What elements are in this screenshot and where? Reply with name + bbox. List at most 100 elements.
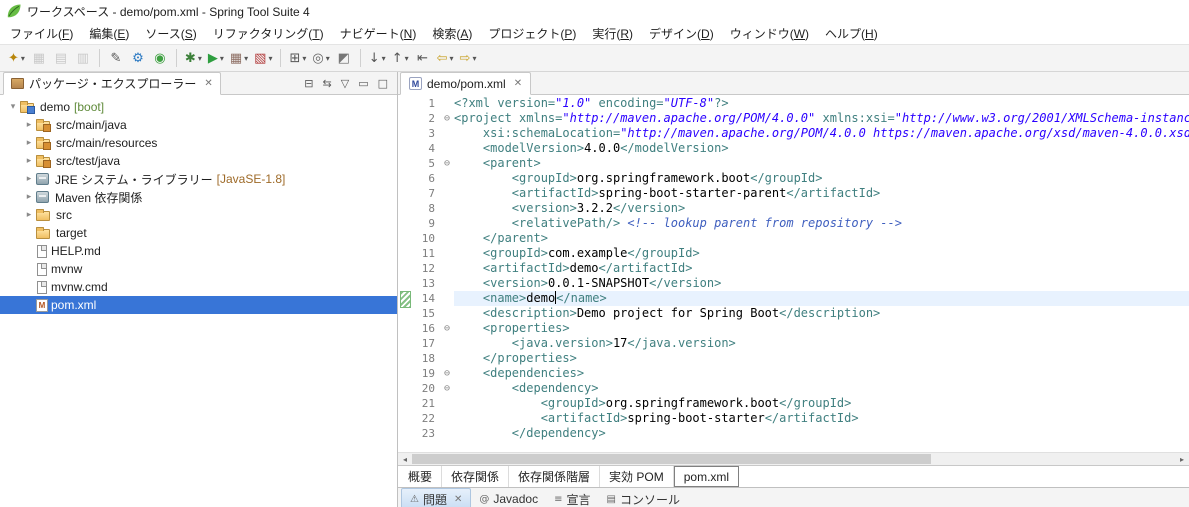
code-line-20[interactable]: 20 ⊖ <dependency> bbox=[398, 381, 1189, 396]
scroll-left-icon[interactable]: ◂ bbox=[398, 453, 412, 465]
menu-edit[interactable]: 編集(E) bbox=[81, 23, 137, 44]
sketch-button[interactable]: ✎ bbox=[106, 47, 126, 69]
collapse-all-icon[interactable]: ⊟ bbox=[304, 78, 313, 89]
code-line-7[interactable]: 7 <artifactId>spring-boot-starter-parent… bbox=[398, 186, 1189, 201]
link-with-editor-icon[interactable]: ⇆ bbox=[323, 78, 332, 89]
back-button[interactable]: ⇦ ▾ bbox=[435, 47, 456, 69]
tree-item-target[interactable]: target bbox=[0, 224, 397, 242]
expander-icon[interactable]: ▾ bbox=[6, 102, 20, 112]
menu-help[interactable]: ヘルプ(H) bbox=[817, 23, 886, 44]
dropdown-arrow-icon[interactable]: ▾ bbox=[268, 54, 272, 63]
code-line-13[interactable]: 13 <version>0.0.1-SNAPSHOT</version> bbox=[398, 276, 1189, 291]
view-menu-icon[interactable]: ▽ bbox=[341, 78, 349, 89]
menu-run[interactable]: 実行(R) bbox=[584, 23, 641, 44]
code-line-15[interactable]: 15 <description>Demo project for Spring … bbox=[398, 306, 1189, 321]
bottom-tab-problems[interactable]: ⚠ 問題 ✕ bbox=[401, 488, 472, 507]
code-line-8[interactable]: 8 <version>3.2.2</version> bbox=[398, 201, 1189, 216]
tree-item-maven-dependencies[interactable]: ▸ Maven 依存関係 bbox=[0, 188, 397, 206]
code-line-22[interactable]: 22 <artifactId>spring-boot-starter</arti… bbox=[398, 411, 1189, 426]
tree-item-src-main-resources[interactable]: ▸ src/main/resources bbox=[0, 134, 397, 152]
dropdown-arrow-icon[interactable]: ▾ bbox=[382, 54, 386, 63]
tree-item-help-md[interactable]: HELP.md bbox=[0, 242, 397, 260]
editor-hscrollbar[interactable]: ◂ ▸ bbox=[398, 452, 1189, 465]
tree-item-src-test-java[interactable]: ▸ src/test/java bbox=[0, 152, 397, 170]
expander-icon[interactable]: ▸ bbox=[22, 120, 36, 130]
dropdown-arrow-icon[interactable]: ▾ bbox=[220, 54, 224, 63]
tree-item-jre-system-library[interactable]: ▸ JRE システム・ライブラリー [JavaSE-1.8] bbox=[0, 170, 397, 188]
tree-item-mvnw[interactable]: mvnw bbox=[0, 260, 397, 278]
code-line-5[interactable]: 5 ⊖ <parent> bbox=[398, 156, 1189, 171]
tab-demo-pom-xml[interactable]: M demo/pom.xml ✕ bbox=[400, 72, 532, 95]
page-tab-pom-xml[interactable]: pom.xml bbox=[673, 466, 740, 487]
hscroll-thumb[interactable] bbox=[412, 454, 931, 464]
new-java-element-button[interactable]: ⊞ ▾ bbox=[287, 47, 308, 69]
minimize-icon[interactable]: ▭ bbox=[358, 78, 368, 89]
tree-item-pom-xml[interactable]: Mpom.xml bbox=[0, 296, 397, 314]
dropdown-arrow-icon[interactable]: ▾ bbox=[244, 54, 248, 63]
menu-refactor[interactable]: リファクタリング(T) bbox=[205, 23, 332, 44]
boot-dashboard-button[interactable]: ⚙ bbox=[128, 47, 148, 69]
fold-collapse-icon[interactable]: ⊖ bbox=[440, 366, 454, 381]
expander-icon[interactable]: ▸ bbox=[22, 156, 36, 166]
run-tools-button[interactable]: ▦ ▾ bbox=[228, 47, 250, 69]
code-line-10[interactable]: 10 </parent> bbox=[398, 231, 1189, 246]
code-line-11[interactable]: 11 <groupId>com.example</groupId> bbox=[398, 246, 1189, 261]
dropdown-arrow-icon[interactable]: ▾ bbox=[302, 54, 306, 63]
code-line-17[interactable]: 17 <java.version>17</java.version> bbox=[398, 336, 1189, 351]
mark-occurrences-button[interactable]: ◩ bbox=[334, 47, 354, 69]
dropdown-arrow-icon[interactable]: ▾ bbox=[472, 54, 476, 63]
scroll-right-icon[interactable]: ▸ bbox=[1175, 453, 1189, 465]
fold-collapse-icon[interactable]: ⊖ bbox=[440, 321, 454, 336]
search-button[interactable]: ◎ ▾ bbox=[310, 47, 331, 69]
bottom-tab-javadoc[interactable]: @ Javadoc bbox=[471, 488, 546, 507]
code-line-18[interactable]: 18 </properties> bbox=[398, 351, 1189, 366]
hscroll-track[interactable] bbox=[412, 453, 1175, 465]
forward-button[interactable]: ⇨ ▾ bbox=[458, 47, 479, 69]
last-edit-location-button[interactable]: ⇤ bbox=[413, 47, 433, 69]
code-line-1[interactable]: 1 <?xml version="1.0" encoding="UTF-8"?> bbox=[398, 96, 1189, 111]
close-icon[interactable]: ✕ bbox=[514, 78, 522, 89]
run-button[interactable]: ▶ ▾ bbox=[206, 47, 226, 69]
menu-project[interactable]: プロジェクト(P) bbox=[480, 23, 584, 44]
code-line-19[interactable]: 19 ⊖ <dependencies> bbox=[398, 366, 1189, 381]
dropdown-arrow-icon[interactable]: ▾ bbox=[198, 54, 202, 63]
tree-item-demo[interactable]: ▾ demo [boot] bbox=[0, 98, 397, 116]
expander-icon[interactable]: ▸ bbox=[22, 138, 36, 148]
bottom-tab-console[interactable]: ▤ コンソール bbox=[598, 488, 687, 507]
tree-item-src[interactable]: ▸ src bbox=[0, 206, 397, 224]
fold-collapse-icon[interactable]: ⊖ bbox=[440, 381, 454, 396]
menu-design[interactable]: デザイン(D) bbox=[641, 23, 722, 44]
code-line-14[interactable]: 14 <name>demo</name> bbox=[398, 291, 1189, 308]
page-tab-effective-pom[interactable]: 実効 POM bbox=[600, 466, 674, 487]
fold-collapse-icon[interactable]: ⊖ bbox=[440, 156, 454, 171]
dropdown-arrow-icon[interactable]: ▾ bbox=[21, 54, 25, 63]
close-icon[interactable]: ✕ bbox=[204, 78, 212, 89]
menu-source[interactable]: ソース(S) bbox=[137, 23, 204, 44]
tab-package-explorer[interactable]: パッケージ・エクスプローラー ✕ bbox=[3, 72, 221, 95]
code-line-3[interactable]: 3 xsi:schemaLocation="http://maven.apach… bbox=[398, 126, 1189, 141]
new-wizard-button[interactable]: ✦ ▾ bbox=[6, 47, 27, 69]
maximize-icon[interactable]: □ bbox=[378, 78, 388, 89]
code-line-23[interactable]: 23 </dependency> bbox=[398, 426, 1189, 441]
menu-navigate[interactable]: ナビゲート(N) bbox=[332, 23, 425, 44]
code-line-4[interactable]: 4 <modelVersion>4.0.0</modelVersion> bbox=[398, 141, 1189, 156]
menu-window[interactable]: ウィンドウ(W) bbox=[722, 23, 817, 44]
code-line-16[interactable]: 16 ⊖ <properties> bbox=[398, 321, 1189, 336]
debug-button[interactable]: ✱ ▾ bbox=[183, 47, 204, 69]
code-line-6[interactable]: 6 <groupId>org.springframework.boot</gro… bbox=[398, 171, 1189, 186]
dropdown-arrow-icon[interactable]: ▾ bbox=[326, 54, 330, 63]
code-line-2[interactable]: 2 ⊖ <project xmlns="http://maven.apache.or… bbox=[398, 111, 1189, 126]
dropdown-arrow-icon[interactable]: ▾ bbox=[450, 54, 454, 63]
menu-search[interactable]: 検索(A) bbox=[424, 23, 480, 44]
expander-icon[interactable]: ▸ bbox=[22, 192, 36, 202]
tree-item-mvnw-cmd[interactable]: mvnw.cmd bbox=[0, 278, 397, 296]
coverage-button[interactable]: ▧ ▾ bbox=[252, 47, 274, 69]
expander-icon[interactable]: ▸ bbox=[22, 210, 36, 220]
tree-item-src-main-java[interactable]: ▸ src/main/java bbox=[0, 116, 397, 134]
expander-icon[interactable]: ▸ bbox=[22, 174, 36, 184]
fold-collapse-icon[interactable]: ⊖ bbox=[440, 111, 454, 126]
code-line-9[interactable]: 9 <relativePath/> <!-- lookup parent fro… bbox=[398, 216, 1189, 231]
page-tab-dependency-hierarchy[interactable]: 依存関係階層 bbox=[509, 466, 601, 487]
bottom-tab-declaration[interactable]: ≡ 宣言 bbox=[546, 488, 598, 507]
next-annotation-button[interactable]: ↓ ▾ bbox=[367, 47, 388, 69]
